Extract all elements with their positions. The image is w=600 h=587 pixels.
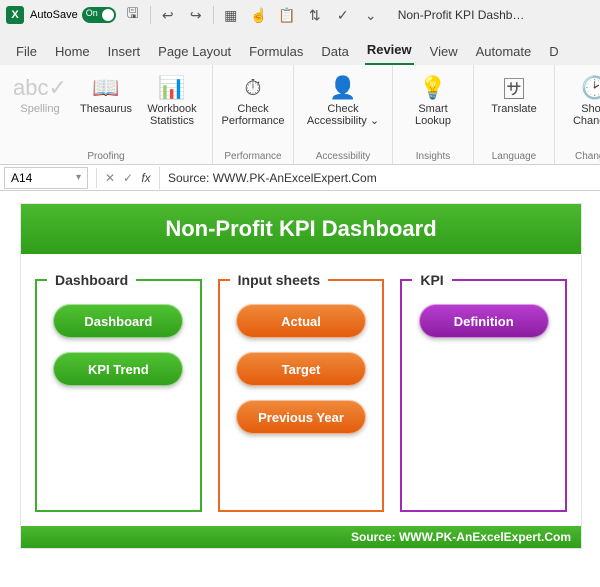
undo-icon[interactable]: ↩ <box>157 4 179 26</box>
sort-icon[interactable]: ⇅ <box>304 4 326 26</box>
toggle-on-icon: On <box>82 7 116 23</box>
formula-bar: A14 ▾ ✕ ✓ fx Source: WWW.PK-AnExcelExper… <box>0 165 600 191</box>
tab-file[interactable]: File <box>14 40 39 65</box>
nav-dashboard-button[interactable]: Dashboard <box>53 304 183 338</box>
translate-button[interactable]: 🈂 Translate <box>484 71 544 115</box>
worksheet-area[interactable]: Non-Profit KPI Dashboard Dashboard Dashb… <box>0 191 600 587</box>
ribbon-tabs: File Home Insert Page Layout Formulas Da… <box>0 30 600 65</box>
title-bar: X AutoSave On 🖫 ↩ ↪ ▦ ☝ 📋 ⇅ ✓ ⌄ Non-Prof… <box>0 0 600 30</box>
card-kpi: KPI Definition <box>400 272 567 512</box>
autosave-toggle[interactable]: AutoSave On <box>30 7 116 23</box>
translate-icon: 🈂 <box>503 73 525 103</box>
card-legend: Dashboard <box>47 272 136 288</box>
save-icon[interactable]: 🖫 <box>122 4 144 26</box>
show-changes-button[interactable]: 🕑 Show Changes <box>565 71 600 127</box>
nav-target-button[interactable]: Target <box>236 352 366 386</box>
ribbon: abc✓ Spelling 📖 Thesaurus 📊 Workbook Sta… <box>0 65 600 165</box>
borders-icon[interactable]: ▦ <box>220 4 242 26</box>
tab-insert[interactable]: Insert <box>106 40 143 65</box>
card-input-sheets: Input sheets Actual Target Previous Year <box>218 272 385 512</box>
autosave-label: AutoSave <box>30 9 78 21</box>
group-language: 🈂 Translate Language <box>474 65 555 164</box>
gauge-icon: ⏱ <box>244 73 261 103</box>
touch-mode-icon[interactable]: ☝ <box>248 4 270 26</box>
chevron-down-icon[interactable]: ▾ <box>76 172 81 183</box>
qat-overflow-icon[interactable]: ⌄ <box>360 4 382 26</box>
stats-icon: 📊 <box>158 73 185 103</box>
group-proofing: abc✓ Spelling 📖 Thesaurus 📊 Workbook Sta… <box>0 65 213 164</box>
tab-data[interactable]: Data <box>319 40 350 65</box>
check-performance-button[interactable]: ⏱ Check Performance <box>223 71 283 127</box>
nav-previous-year-button[interactable]: Previous Year <box>236 400 366 434</box>
spellcheck-icon[interactable]: ✓ <box>332 4 354 26</box>
card-legend: KPI <box>412 272 451 288</box>
tab-page-layout[interactable]: Page Layout <box>156 40 233 65</box>
dashboard-panel: Non-Profit KPI Dashboard Dashboard Dashb… <box>20 203 582 549</box>
check-accessibility-button[interactable]: 👤 Check Accessibility ⌄ <box>304 71 382 127</box>
group-name-performance: Performance <box>223 149 283 162</box>
source-strip: Source: WWW.PK-AnExcelExpert.Com <box>21 526 581 548</box>
card-legend: Input sheets <box>230 272 328 288</box>
filename-label: Non-Profit KPI Dashb… <box>398 8 525 22</box>
group-insights: 💡 Smart Lookup Insights <box>393 65 474 164</box>
group-accessibility: 👤 Check Accessibility ⌄ Accessibility <box>294 65 393 164</box>
group-performance: ⏱ Check Performance Performance <box>213 65 294 164</box>
excel-logo-icon: X <box>6 6 24 24</box>
group-name-language: Language <box>484 149 544 162</box>
qat-separator <box>150 6 151 24</box>
name-box[interactable]: A14 ▾ <box>4 167 88 189</box>
smart-lookup-button[interactable]: 💡 Smart Lookup <box>403 71 463 127</box>
paste-icon[interactable]: 📋 <box>276 4 298 26</box>
card-dashboard: Dashboard Dashboard KPI Trend <box>35 272 202 512</box>
book-icon: 📖 <box>92 73 119 103</box>
lightbulb-icon: 💡 <box>419 73 446 103</box>
cancel-icon[interactable]: ✕ <box>101 171 119 185</box>
nav-actual-button[interactable]: Actual <box>236 304 366 338</box>
dashboard-title: Non-Profit KPI Dashboard <box>21 204 581 254</box>
group-name-accessibility: Accessibility <box>304 149 382 162</box>
workbook-statistics-button[interactable]: 📊 Workbook Statistics <box>142 71 202 127</box>
tab-view[interactable]: View <box>428 40 460 65</box>
person-icon: 👤 <box>329 73 356 103</box>
enter-icon[interactable]: ✓ <box>119 171 137 185</box>
group-name-insights: Insights <box>403 149 463 162</box>
qat-separator <box>213 6 214 24</box>
name-box-value: A14 <box>11 171 32 185</box>
spelling-button: abc✓ Spelling <box>10 71 70 115</box>
redo-icon[interactable]: ↪ <box>185 4 207 26</box>
thesaurus-button[interactable]: 📖 Thesaurus <box>76 71 136 115</box>
fx-icon[interactable]: fx <box>137 171 155 185</box>
group-name-proofing: Proofing <box>10 149 202 162</box>
nav-definition-button[interactable]: Definition <box>419 304 549 338</box>
nav-kpi-trend-button[interactable]: KPI Trend <box>53 352 183 386</box>
group-name-changes: Changes <box>565 149 600 162</box>
formula-content[interactable]: Source: WWW.PK-AnExcelExpert.Com <box>159 167 600 189</box>
abc-icon: abc✓ <box>13 73 67 103</box>
group-changes: 🕑 Show Changes Changes <box>555 65 600 164</box>
tab-formulas[interactable]: Formulas <box>247 40 305 65</box>
tab-home[interactable]: Home <box>53 40 92 65</box>
tab-truncated[interactable]: D <box>547 40 560 65</box>
tab-review[interactable]: Review <box>365 38 414 65</box>
tab-automate[interactable]: Automate <box>474 40 534 65</box>
clock-icon: 🕑 <box>581 73 600 103</box>
